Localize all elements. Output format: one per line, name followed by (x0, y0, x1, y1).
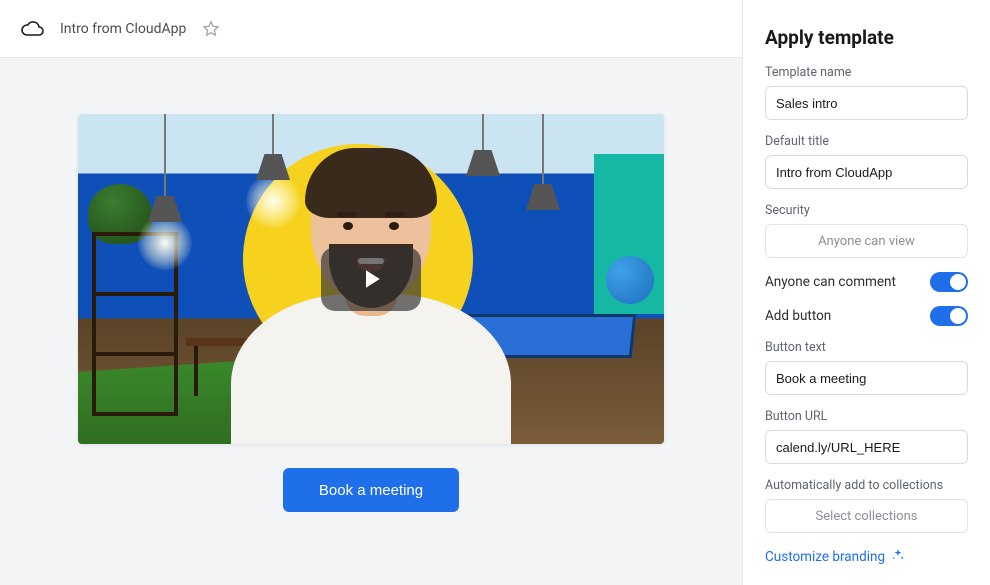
play-icon (356, 264, 386, 294)
default-title-label: Default title (765, 134, 968, 149)
collections-label: Automatically add to collections (765, 478, 968, 493)
app-root: Intro from CloudApp (0, 0, 990, 585)
button-url-input[interactable] (765, 430, 968, 464)
star-icon (202, 20, 220, 38)
collections-field: Automatically add to collections Select … (765, 478, 968, 533)
button-url-label: Button URL (765, 409, 968, 424)
customize-branding-link[interactable]: Customize branding (765, 549, 885, 565)
button-url-field: Button URL (765, 409, 968, 464)
security-field: Security Anyone can view (765, 203, 968, 258)
favorite-star-button[interactable] (200, 18, 222, 40)
play-button[interactable] (321, 247, 421, 311)
default-title-field: Default title (765, 134, 968, 189)
collections-placeholder: Select collections (816, 509, 918, 524)
button-text-label: Button text (765, 340, 968, 355)
button-text-input[interactable] (765, 361, 968, 395)
decor-pendant-lamp (528, 114, 558, 210)
security-value: Anyone can view (818, 234, 915, 249)
cloud-icon (18, 15, 46, 43)
anyone-can-comment-toggle[interactable] (930, 272, 968, 292)
customize-branding-row: Customize branding (765, 547, 968, 566)
top-bar: Intro from CloudApp (0, 0, 742, 58)
anyone-can-comment-row: Anyone can comment (765, 272, 968, 292)
template-name-input[interactable] (765, 86, 968, 120)
template-name-field: Template name (765, 65, 968, 120)
button-text-field: Button text (765, 340, 968, 395)
anyone-can-comment-label: Anyone can comment (765, 274, 896, 290)
book-meeting-button[interactable]: Book a meeting (283, 468, 459, 512)
default-title-input[interactable] (765, 155, 968, 189)
add-button-row: Add button (765, 306, 968, 326)
collections-select[interactable]: Select collections (765, 499, 968, 533)
sparkle-icon (891, 547, 905, 566)
decor-pendant-lamp (150, 114, 180, 270)
add-button-toggle[interactable] (930, 306, 968, 326)
template-name-label: Template name (765, 65, 968, 80)
video-preview[interactable] (78, 114, 664, 444)
template-sidebar: Apply template Template name Default tit… (742, 0, 990, 585)
security-select[interactable]: Anyone can view (765, 224, 968, 258)
preview-canvas: Book a meeting (0, 58, 742, 585)
decor-exercise-ball (606, 256, 654, 304)
sidebar-heading: Apply template (765, 26, 968, 49)
decor-desk-leg (194, 346, 198, 396)
add-button-label: Add button (765, 308, 831, 324)
page-title: Intro from CloudApp (60, 21, 186, 37)
security-label: Security (765, 203, 968, 218)
preview-wrap: Book a meeting (78, 114, 664, 512)
main-area: Intro from CloudApp (0, 0, 742, 585)
